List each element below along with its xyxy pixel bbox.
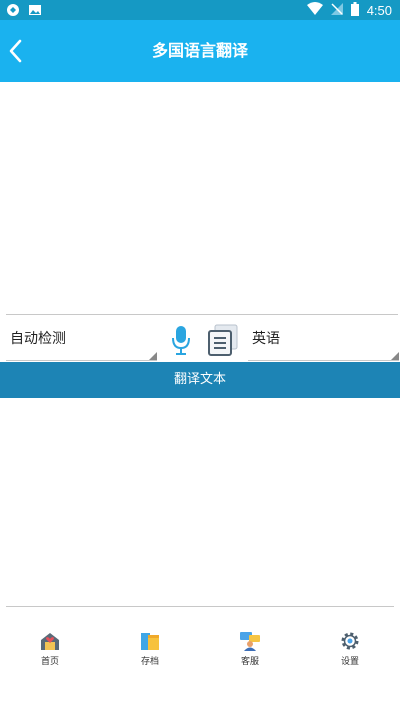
microphone-icon <box>172 326 190 355</box>
translation-result[interactable] <box>6 400 394 607</box>
source-text-input[interactable] <box>6 84 398 315</box>
paste-text-button[interactable] <box>206 324 240 356</box>
document-paste-icon <box>208 324 238 356</box>
target-language-select[interactable]: 英语 <box>248 318 399 361</box>
page-title: 多国语言翻译 <box>151 41 248 60</box>
archive-folder-icon <box>141 633 159 650</box>
nav-label-customer-service: 客服 <box>240 657 259 667</box>
no-signal-icon <box>330 2 343 20</box>
app-notification-icon <box>6 3 20 21</box>
nav-label-archive: 存档 <box>140 657 159 667</box>
home-icon <box>41 633 59 650</box>
customer-service-icon <box>240 632 260 651</box>
app-bar: 多国语言翻译 <box>0 20 400 82</box>
source-language-select[interactable]: 自动检测 <box>6 318 157 361</box>
nav-item-customer-service[interactable]: 客服 <box>200 620 300 680</box>
voice-input-button[interactable] <box>170 324 192 356</box>
nav-label-settings: 设置 <box>340 657 359 667</box>
source-language-label: 自动检测 <box>10 331 66 347</box>
dropdown-corner-icon <box>391 352 399 360</box>
nav-item-home[interactable]: 首页 <box>0 620 100 680</box>
nav-item-settings[interactable]: 设置 <box>300 620 400 680</box>
language-row: 自动检测 英语 <box>0 318 400 362</box>
target-language-label: 英语 <box>252 331 280 347</box>
status-time: 4:50 <box>366 3 392 18</box>
nav-label-home: 首页 <box>40 657 59 667</box>
gear-icon <box>341 632 359 650</box>
status-bar: 4:50 <box>0 0 400 20</box>
translate-button[interactable]: 翻译文本 <box>0 362 400 398</box>
battery-icon <box>350 2 359 20</box>
image-notification-icon <box>28 3 42 21</box>
wifi-icon <box>306 2 323 20</box>
nav-item-archive[interactable]: 存档 <box>100 620 200 680</box>
dropdown-corner-icon <box>149 352 157 360</box>
bottom-nav: 首页 存档 客服 设置 <box>0 620 400 680</box>
